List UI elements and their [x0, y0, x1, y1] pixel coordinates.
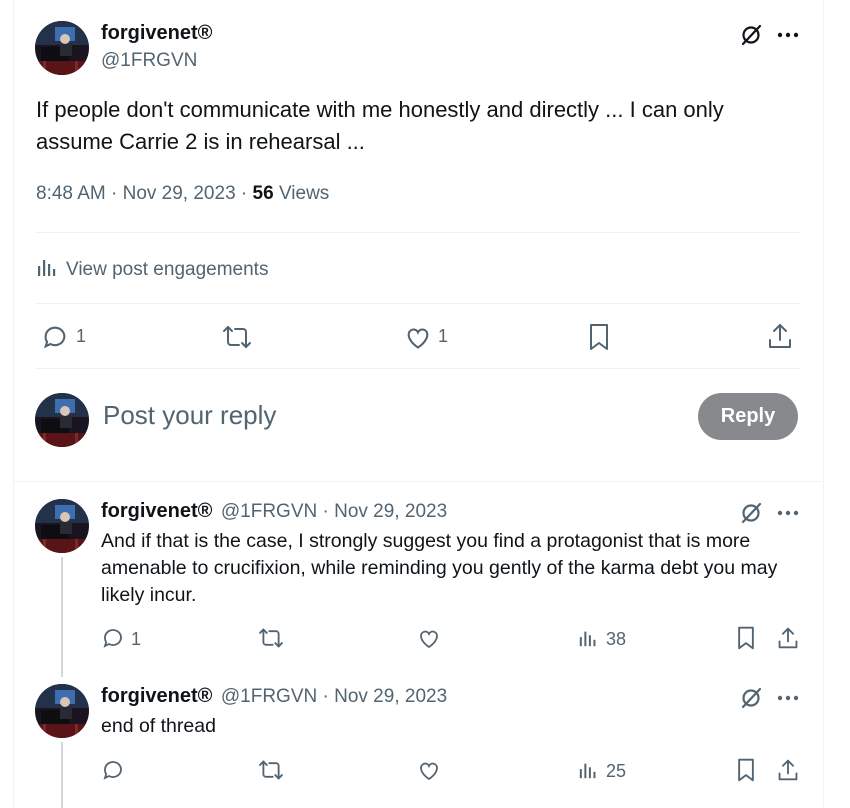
- post-time[interactable]: 8:48 AM: [36, 183, 106, 204]
- thread-connector: [61, 557, 63, 677]
- share-icon[interactable]: [766, 321, 794, 351]
- views-count: 38: [606, 629, 627, 649]
- divider: [36, 368, 800, 369]
- like-count: 1: [438, 326, 449, 346]
- reply-count: 1: [131, 629, 142, 649]
- repost-icon[interactable]: [257, 757, 285, 783]
- divider: [36, 303, 800, 304]
- reply-header: forgivenet® @1FRGVN · Nov 29, 2023: [101, 685, 447, 708]
- thread-connector: [61, 742, 63, 808]
- bookmark-icon[interactable]: [735, 625, 757, 651]
- reply-button[interactable]: Reply: [698, 393, 798, 440]
- author-meta[interactable]: @1FRGVN · Nov 29, 2023: [221, 501, 447, 522]
- share-icon[interactable]: [775, 624, 801, 652]
- reply-count: 1: [76, 326, 87, 346]
- reply-icon[interactable]: [40, 322, 70, 352]
- avatar[interactable]: [35, 499, 89, 553]
- avatar[interactable]: [35, 21, 89, 75]
- reply-text: end of thread: [101, 715, 216, 737]
- post-date[interactable]: Nov 29, 2023: [123, 183, 236, 204]
- repost-icon[interactable]: [257, 625, 285, 651]
- reply-icon[interactable]: [100, 757, 126, 783]
- more-options-icon[interactable]: [776, 500, 800, 526]
- avatar[interactable]: [35, 684, 89, 738]
- reply-input[interactable]: Post your reply: [103, 400, 276, 431]
- author-handle[interactable]: @1FRGVN: [101, 50, 197, 72]
- more-options-icon[interactable]: [776, 22, 800, 48]
- divider: [14, 481, 822, 482]
- grok-icon[interactable]: [738, 22, 764, 48]
- bookmark-icon[interactable]: [735, 757, 757, 783]
- views-label: Views: [278, 183, 330, 204]
- post-metadata: 8:48 AM · Nov 29, 2023 · 56 Views: [36, 183, 330, 204]
- reply-header: forgivenet® @1FRGVN · Nov 29, 2023: [101, 500, 447, 523]
- repost-icon[interactable]: [221, 322, 253, 352]
- view-engagements-link[interactable]: View post engagements: [36, 256, 268, 283]
- post-text: If people don't communicate with me hone…: [36, 97, 724, 154]
- author-display-name[interactable]: forgivenet®: [101, 500, 212, 522]
- grok-icon[interactable]: [738, 500, 764, 526]
- analytics-icon[interactable]: [577, 627, 599, 649]
- engagements-label: View post engagements: [66, 258, 269, 280]
- author-display-name[interactable]: forgivenet®: [101, 685, 212, 707]
- more-options-icon[interactable]: [776, 685, 800, 711]
- views-count: 56: [252, 183, 274, 204]
- analytics-icon[interactable]: [577, 759, 599, 781]
- author-display-name[interactable]: forgivenet®: [101, 22, 212, 45]
- divider: [36, 232, 800, 233]
- views-count: 25: [606, 761, 627, 781]
- author-meta[interactable]: @1FRGVN · Nov 29, 2023: [221, 686, 447, 707]
- like-icon[interactable]: [416, 757, 442, 783]
- grok-icon[interactable]: [738, 685, 764, 711]
- like-icon[interactable]: [416, 625, 442, 651]
- like-icon[interactable]: [403, 322, 433, 352]
- avatar[interactable]: [35, 393, 89, 447]
- analytics-icon: [36, 256, 58, 283]
- bookmark-icon[interactable]: [586, 322, 612, 352]
- reply-text: And if that is the case, I strongly sugg…: [101, 530, 778, 606]
- share-icon[interactable]: [775, 756, 801, 784]
- reply-icon[interactable]: [100, 625, 126, 651]
